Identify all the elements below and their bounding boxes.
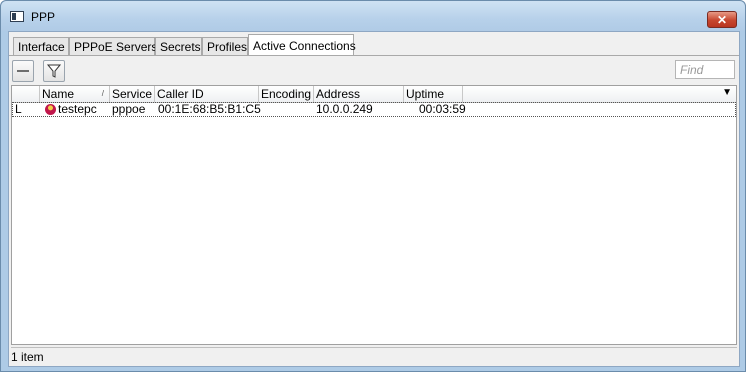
item-count: 1 item: [11, 350, 44, 364]
column-label: Encoding: [261, 87, 312, 101]
cell-caller-id: 00:1E:68:B5:B1:C5: [158, 102, 261, 116]
window-content: Interface PPPoE Servers Secrets Profiles…: [8, 31, 740, 367]
sort-ascending-icon: /: [101, 89, 104, 98]
close-button[interactable]: ✕: [707, 11, 737, 28]
column-caller-id[interactable]: Caller ID: [155, 86, 259, 102]
column-service[interactable]: Service: [110, 86, 155, 102]
tab-profiles[interactable]: Profiles: [202, 37, 248, 56]
column-uptime[interactable]: Uptime: [404, 86, 463, 102]
minus-icon: [17, 70, 29, 72]
cell-uptime: 00:03:59: [419, 102, 466, 116]
cell-address: 10.0.0.249: [316, 102, 373, 116]
tab-secrets[interactable]: Secrets: [155, 37, 202, 56]
ppp-window: PPP ✕ Interface PPPoE Servers Secrets Pr…: [0, 0, 746, 372]
status-bar: 1 item: [11, 347, 737, 366]
tab-interface[interactable]: Interface: [13, 37, 69, 56]
column-label: Caller ID: [157, 87, 204, 101]
row-flag: L: [15, 102, 22, 116]
column-label: Name: [42, 87, 75, 101]
find-input[interactable]: [675, 60, 735, 79]
user-icon: [45, 104, 56, 115]
close-icon: ✕: [716, 13, 728, 27]
cell-service: pppoe: [112, 102, 146, 116]
column-menu-icon[interactable]: ▼: [722, 87, 732, 98]
tab-label: PPPoE Servers: [74, 40, 158, 54]
table-header: Name / Service Caller ID Encoding Addres…: [12, 86, 736, 103]
column-label: Service: [112, 87, 153, 101]
tab-label: Secrets: [160, 40, 201, 54]
remove-button[interactable]: [12, 60, 34, 82]
tab-active-connections[interactable]: Active Connections: [248, 34, 356, 56]
cell-name: testepc: [58, 102, 97, 116]
tab-divider: [9, 55, 739, 56]
column-address[interactable]: Address: [314, 86, 404, 102]
column-flag[interactable]: [12, 86, 40, 102]
title-bar[interactable]: PPP ✕: [1, 1, 745, 31]
tab-label: Active Connections: [253, 39, 356, 53]
table-row[interactable]: L testepc pppoe 00:1E:68:B5:B1:C5 10.0.0…: [12, 102, 736, 117]
window-title: PPP: [31, 10, 56, 24]
column-encoding[interactable]: Encoding: [259, 86, 314, 102]
window-icon: [10, 11, 24, 22]
column-name[interactable]: Name /: [40, 86, 110, 102]
filter-button[interactable]: [43, 60, 65, 82]
tab-label: Interface: [18, 40, 65, 54]
column-label: Uptime: [406, 87, 445, 101]
tab-pppoe-servers[interactable]: PPPoE Servers: [69, 37, 158, 56]
tab-label: Profiles: [207, 40, 248, 54]
filter-icon: [46, 64, 62, 78]
column-label: Address: [316, 87, 361, 101]
connections-table: Name / Service Caller ID Encoding Addres…: [11, 85, 737, 345]
